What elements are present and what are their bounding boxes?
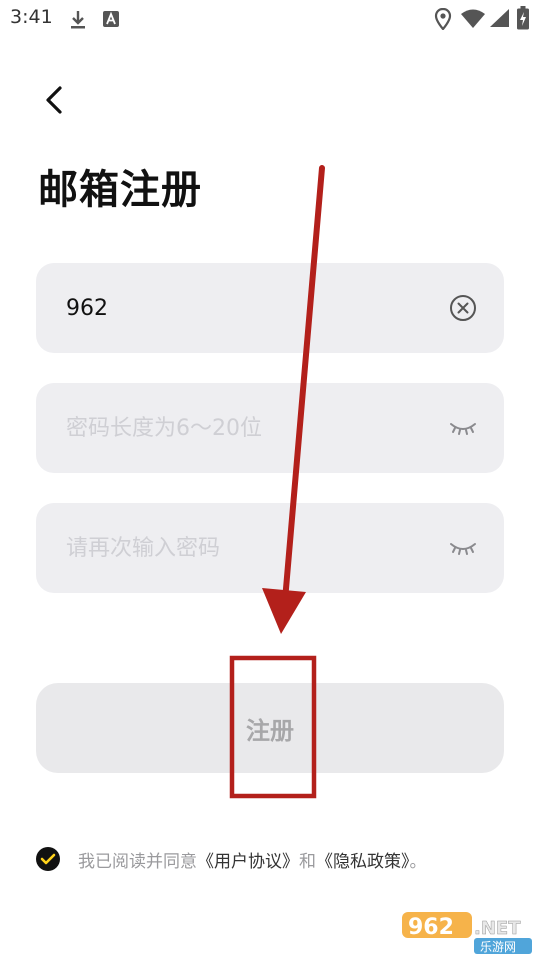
checkmark-icon	[40, 853, 56, 865]
toggle-password-visibility-button[interactable]	[448, 413, 478, 443]
eye-closed-icon	[450, 543, 476, 555]
user-agreement-link[interactable]: 《用户协议》	[197, 852, 299, 872]
privacy-policy-link[interactable]: 《隐私政策》	[316, 852, 410, 872]
status-bar: 3:41	[0, 0, 540, 38]
confirm-password-field	[36, 503, 504, 593]
battery-charging-icon	[517, 6, 529, 30]
annotation-arrow-head	[262, 588, 306, 634]
email-field	[36, 263, 504, 353]
password-input[interactable]	[66, 383, 446, 473]
annotation-overlay	[229, 165, 325, 799]
toggle-confirm-visibility-button[interactable]	[448, 533, 478, 563]
eye-closed-icon	[450, 423, 476, 435]
agreement-suffix: 。	[409, 851, 427, 872]
agreement-middle: 和	[299, 851, 316, 872]
email-input[interactable]	[66, 263, 446, 353]
register-button[interactable]: 注册	[36, 683, 504, 773]
clear-circle-icon	[450, 295, 476, 321]
agreement-row: 我已阅读并同意《用户协议》和《隐私政策》。	[36, 845, 427, 873]
agreement-prefix: 我已阅读并同意	[78, 851, 197, 872]
signal-icon	[490, 9, 509, 27]
svg-text:.NET: .NET	[474, 918, 521, 939]
chevron-left-icon	[46, 86, 62, 114]
location-icon	[434, 8, 452, 30]
wifi-icon	[461, 9, 485, 28]
confirm-password-input[interactable]	[66, 503, 446, 593]
svg-text:962: 962	[408, 915, 454, 940]
back-button[interactable]	[30, 76, 78, 124]
download-icon	[71, 11, 85, 29]
password-field	[36, 383, 504, 473]
status-time: 3:41	[10, 6, 53, 28]
site-watermark-logo: 962 .NET 乐游网	[402, 912, 532, 954]
text-notification-icon	[103, 11, 119, 27]
svg-text:乐游网: 乐游网	[480, 940, 516, 954]
agreement-text: 我已阅读并同意《用户协议》和《隐私政策》。	[78, 847, 427, 872]
agreement-checkbox[interactable]	[36, 847, 60, 871]
page-title: 邮箱注册	[38, 167, 202, 213]
clear-input-button[interactable]	[448, 293, 478, 323]
